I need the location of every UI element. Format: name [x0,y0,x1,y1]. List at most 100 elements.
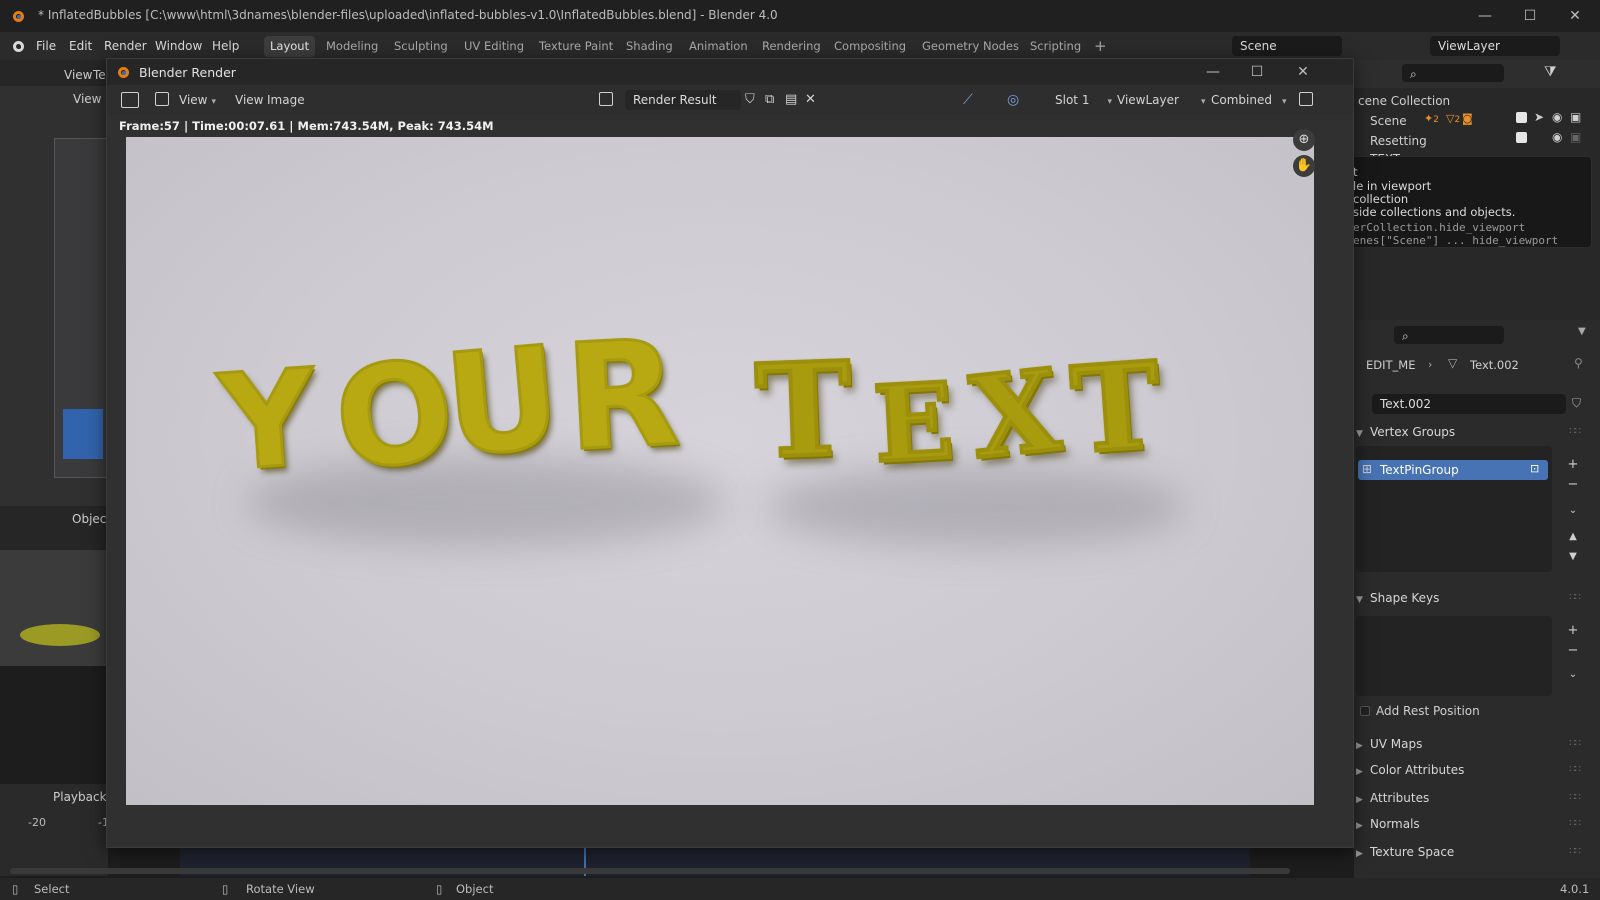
blender-menu-icon[interactable] [10,38,26,54]
image-menu[interactable]: Image [267,90,305,110]
fake-user-icon[interactable]: ⛉ [745,90,755,110]
vertex-group-lock-icon[interactable]: ⊡ [1530,462,1539,475]
tab-geometry-nodes[interactable]: Geometry Nodes [916,36,1025,57]
tab-scripting[interactable]: Scripting [1024,36,1087,57]
section-shape-keys[interactable]: ▼ Shape Keys ∷∷ [1356,586,1588,610]
eye-icon-resetting[interactable]: ◉ [1552,130,1562,144]
move-up-icon[interactable]: ▲ [1564,528,1582,546]
viewport-view-menu[interactable]: View [64,68,92,82]
section-texture-space[interactable]: ▶ Texture Space ∷∷ [1356,840,1588,864]
section-attributes[interactable]: ▶ Attributes ∷∷ [1356,786,1588,810]
view-menu[interactable]: View [235,90,263,110]
add-rest-position-checkbox[interactable]: Add Rest Position [1360,704,1480,718]
add-shape-key-icon[interactable]: + [1564,622,1582,640]
eye-icon[interactable]: ◉ [1552,110,1562,124]
main-menubar: File Edit Render Window Help Layout Mode… [0,32,1600,60]
image-mode-icon[interactable] [155,92,169,106]
tab-layout[interactable]: Layout [264,36,316,57]
fake-user-shield-icon[interactable]: ⛉ [1572,396,1581,411]
view-mode-dropdown[interactable]: View ▾ [179,90,216,110]
properties-options-chevron-icon[interactable]: ▼ [1578,326,1586,337]
vertex-group-menu-chevron-icon[interactable]: ⌄ [1564,502,1582,520]
blender-logo-icon [10,8,26,24]
menu-edit[interactable]: Edit [69,39,92,53]
slot-dropdown[interactable]: Slot 1 ▾ [1055,90,1112,110]
select-arrow-icon[interactable]: ➤ [1534,110,1544,124]
menu-render[interactable]: Render [104,39,147,53]
tab-shading[interactable]: Shading [620,36,679,57]
sample-tool-icon[interactable]: ⟋ [963,90,973,110]
foil-letter-e: E [869,357,959,488]
viewlayer-selector[interactable]: ViewLayer [1430,36,1560,56]
vertex-group-item[interactable]: ⊞ TextPinGroup ⊡ [1358,460,1548,480]
pan-hand-icon[interactable]: ✋ [1293,155,1315,177]
add-rest-position-label: Add Rest Position [1376,704,1480,718]
viewport-truncated-menu[interactable]: Te [93,68,106,82]
status-object: Object [456,882,494,896]
zoom-icon[interactable]: ⊕ [1293,129,1315,151]
checkbox-resetting-icon[interactable] [1516,132,1527,143]
playback-menu[interactable]: Playback [53,790,107,804]
section-uv-maps[interactable]: ▶ UV Maps ∷∷ [1356,732,1588,756]
tab-texture-paint[interactable]: Texture Paint [533,36,619,57]
minimize-icon[interactable]: — [1475,6,1495,26]
outliner-collection-title: cene Collection [1358,94,1451,108]
editor-type-icon[interactable] [121,92,139,108]
render-result-canvas[interactable]: Y O U R T E X T [126,137,1314,805]
tab-compositing[interactable]: Compositing [828,36,912,57]
camera-render-icon-resetting[interactable]: ▣ [1570,130,1581,144]
image-browse-icon[interactable] [599,92,613,106]
render-close-icon[interactable]: ✕ [1293,62,1313,82]
section-normals[interactable]: ▶ Normals ∷∷ [1356,812,1588,836]
tab-rendering[interactable]: Rendering [756,36,827,57]
mouse-middle-icon: ▯ [222,882,229,896]
outliner-row-resetting[interactable]: Resetting [1370,134,1427,148]
display-channels-icon[interactable] [1299,92,1313,106]
section-color-attributes[interactable]: ▶ Color Attributes ∷∷ [1356,758,1588,782]
tab-modeling[interactable]: Modeling [320,36,384,57]
shape-key-list[interactable] [1356,616,1552,696]
maximize-icon[interactable]: ☐ [1520,6,1540,26]
timeline-scrollbar[interactable] [10,868,1290,874]
section-vertex-groups[interactable]: ▼ Vertex Groups ∷∷ [1356,420,1588,444]
outliner-search-input[interactable]: ⌕ [1402,64,1504,82]
pin-icon[interactable]: ⚲ [1574,356,1583,370]
outliner-row-scene[interactable]: Scene [1370,114,1407,128]
checkbox-scene-icon[interactable] [1516,112,1527,123]
render-maximize-icon[interactable]: ☐ [1247,62,1267,82]
mesh-name-field[interactable]: Text.002 [1372,394,1566,414]
menu-window[interactable]: Window [155,39,202,53]
viewport-view-menu-2[interactable]: View [73,92,101,106]
unlink-image-icon[interactable]: ✕ [805,90,816,110]
add-workspace-icon[interactable]: + [1088,36,1113,57]
render-pass-dropdown[interactable]: Combined ▾ [1211,90,1287,110]
camera-render-icon[interactable]: ▣ [1570,110,1581,124]
shape-key-menu-chevron-icon[interactable]: ⌄ [1564,666,1582,684]
render-window-logo-icon [115,64,131,80]
scene-selector[interactable]: Scene [1232,36,1342,56]
properties-search-icon: ⌕ [1402,329,1409,343]
menu-help[interactable]: Help [212,39,239,53]
add-vertex-group-icon[interactable]: + [1564,456,1582,474]
tooltip-python-2: enes["Scene"] ... hide_viewport [1353,234,1559,247]
render-window-titlebar[interactable]: Blender Render — ☐ ✕ [107,59,1353,85]
tab-animation[interactable]: Animation [683,36,754,57]
render-minimize-icon[interactable]: — [1203,62,1223,82]
viewlayer-dropdown[interactable]: ViewLayer ▾ [1117,90,1205,110]
close-icon[interactable]: ✕ [1565,6,1585,26]
new-image-icon[interactable]: ⧉ [765,90,774,110]
menu-file[interactable]: File [36,39,56,53]
move-down-icon[interactable]: ▼ [1564,548,1582,566]
open-image-icon[interactable]: ▤ [785,90,797,110]
overlay-icon[interactable]: ◎ [1007,90,1019,110]
filter-icon[interactable]: ⧩ [1544,64,1557,80]
properties-search-input[interactable]: ⌕ [1394,326,1504,344]
viewport-scene-preview[interactable] [54,138,108,478]
tab-sculpting[interactable]: Sculpting [388,36,454,57]
image-name-field[interactable]: Render Result [625,90,741,110]
remove-shape-key-icon[interactable]: − [1564,642,1582,660]
scene-light-icon: ✦2 [1424,112,1439,125]
remove-vertex-group-icon[interactable]: − [1564,476,1582,494]
tab-uv-editing[interactable]: UV Editing [458,36,530,57]
scene-mesh-icon: ▽2 [1446,112,1461,125]
